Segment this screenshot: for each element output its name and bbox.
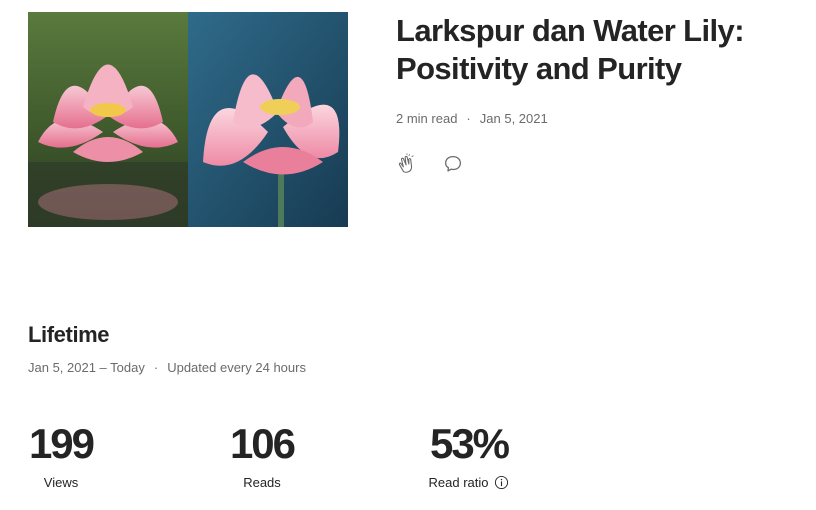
range-separator: · (153, 360, 159, 375)
reads-label: Reads (243, 475, 281, 490)
story-actions (396, 153, 464, 175)
read-ratio-stat: 53% Read ratio (428, 420, 511, 490)
reads-stat: 106 Reads (228, 420, 296, 490)
read-time: 2 min read (396, 111, 458, 126)
lifetime-range: Jan 5, 2021 – Today · Updated every 24 h… (28, 360, 306, 375)
read-ratio-info-button[interactable] (494, 475, 509, 490)
views-label: Views (43, 475, 79, 490)
reads-value: 106 (229, 420, 296, 467)
lifetime-heading: Lifetime (28, 322, 110, 347)
lotus-image-right (188, 12, 348, 227)
story-title[interactable]: Larkspur dan Water Lily: Positivity and … (396, 12, 796, 88)
comment-button[interactable] (442, 153, 464, 175)
read-ratio-value: 53% (429, 420, 510, 467)
update-frequency: Updated every 24 hours (167, 360, 306, 375)
clap-icon (398, 153, 414, 173)
comment-icon (445, 156, 461, 172)
publish-date: Jan 5, 2021 (479, 111, 548, 126)
story-meta: 2 min read · Jan 5, 2021 (396, 111, 548, 126)
date-range: Jan 5, 2021 – Today (28, 360, 145, 375)
clap-button[interactable] (396, 153, 418, 175)
lotus-image-left (28, 12, 188, 227)
info-icon (495, 475, 509, 490)
views-value: 199 (28, 420, 95, 467)
meta-separator: · (466, 111, 471, 126)
views-stat: 199 Views (28, 420, 95, 490)
story-thumbnail[interactable] (28, 12, 348, 227)
read-ratio-label: Read ratio (428, 475, 489, 490)
